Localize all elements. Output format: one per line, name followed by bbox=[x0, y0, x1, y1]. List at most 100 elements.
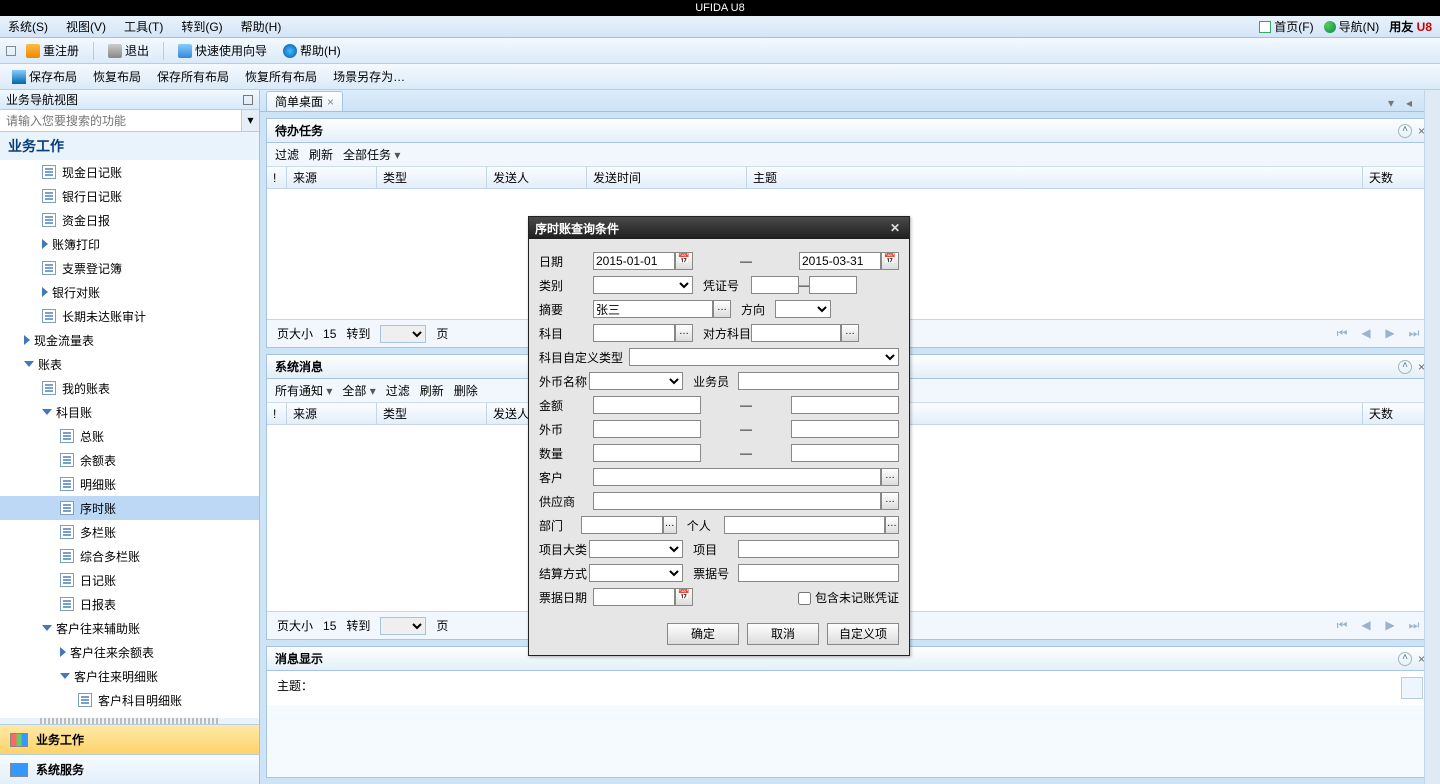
tree-item[interactable]: 现金日记账 bbox=[0, 160, 259, 184]
collapse-icon[interactable]: ˄ bbox=[1398, 360, 1412, 374]
col-source[interactable]: 来源 bbox=[287, 167, 377, 188]
msg-filter[interactable]: 过滤 bbox=[386, 382, 410, 399]
qty-to[interactable] bbox=[791, 444, 899, 462]
msg-detail-icon[interactable] bbox=[1401, 677, 1423, 699]
direction-select[interactable] bbox=[775, 300, 831, 318]
lookup-icon[interactable]: … bbox=[881, 468, 899, 486]
qty-from[interactable] bbox=[593, 444, 701, 462]
settle-select[interactable] bbox=[589, 564, 683, 582]
btn-save-layout[interactable]: 保存布局 bbox=[6, 66, 83, 87]
last-page-icon[interactable]: ⏭ bbox=[1405, 326, 1423, 342]
tree-item[interactable]: 银行对账 bbox=[0, 280, 259, 304]
tasks-all[interactable]: 全部任务 bbox=[343, 146, 400, 163]
tree-item[interactable]: 长期未达账审计 bbox=[0, 304, 259, 328]
link-nav[interactable]: 导航(N) bbox=[1324, 18, 1380, 35]
next-page-icon[interactable]: ▶ bbox=[1381, 326, 1399, 342]
include-unposted-check[interactable]: 包含未记账凭证 bbox=[798, 589, 899, 606]
col-bang[interactable]: ! bbox=[267, 403, 287, 424]
navbar-sys[interactable]: 系统服务 bbox=[0, 754, 259, 784]
dialog-close-icon[interactable]: ✕ bbox=[887, 221, 903, 235]
main-scrollbar[interactable] bbox=[1424, 90, 1440, 784]
msg-delete[interactable]: 删除 bbox=[454, 382, 478, 399]
menu-help[interactable]: 帮助(H) bbox=[241, 18, 282, 35]
msg-notice[interactable]: 所有通知 bbox=[275, 382, 332, 399]
menu-system[interactable]: 系统(S) bbox=[8, 18, 48, 35]
prev-page-icon[interactable]: ◀ bbox=[1357, 326, 1375, 342]
last-page-icon[interactable]: ⏭ bbox=[1405, 618, 1423, 634]
lookup-icon[interactable]: … bbox=[885, 516, 899, 534]
subject-custom-type-select[interactable] bbox=[629, 348, 899, 366]
lookup-icon[interactable]: … bbox=[675, 324, 693, 342]
col-sender[interactable]: 发送人 bbox=[487, 167, 587, 188]
col-sendtime[interactable]: 发送时间 bbox=[587, 167, 747, 188]
salesman-input[interactable] bbox=[738, 372, 899, 390]
menu-view[interactable]: 视图(V) bbox=[66, 18, 106, 35]
collapse-icon[interactable]: ˄ bbox=[1398, 124, 1412, 138]
customer-input[interactable] bbox=[593, 468, 881, 486]
goto-select[interactable] bbox=[380, 617, 426, 635]
tree-item[interactable]: 总账 bbox=[0, 424, 259, 448]
btn-reregister[interactable]: 重注册 bbox=[20, 40, 85, 61]
msg-all[interactable]: 全部 bbox=[342, 382, 375, 399]
tree-item[interactable]: 客户往来明细账 bbox=[0, 664, 259, 688]
tasks-refresh[interactable]: 刷新 bbox=[309, 146, 333, 163]
menu-goto[interactable]: 转到(G) bbox=[181, 18, 222, 35]
tree-item[interactable]: 余额表 bbox=[0, 448, 259, 472]
date-to-input[interactable] bbox=[799, 252, 881, 270]
type-select[interactable] bbox=[593, 276, 693, 294]
billno-input[interactable] bbox=[738, 564, 899, 582]
summary-input[interactable] bbox=[593, 300, 713, 318]
fc-to[interactable] bbox=[791, 420, 899, 438]
goto-select[interactable] bbox=[380, 325, 426, 343]
voucherno-to[interactable] bbox=[809, 276, 857, 294]
search-dropdown[interactable]: ▾ bbox=[241, 110, 259, 131]
subject-input[interactable] bbox=[593, 324, 675, 342]
btn-restore-all-layout[interactable]: 恢复所有布局 bbox=[239, 66, 323, 87]
tree-item[interactable]: 日记账 bbox=[0, 568, 259, 592]
panel-picker-icon[interactable] bbox=[6, 46, 16, 56]
col-days[interactable]: 天数 bbox=[1363, 403, 1433, 424]
msg-refresh[interactable]: 刷新 bbox=[420, 382, 444, 399]
prev-page-icon[interactable]: ◀ bbox=[1357, 618, 1375, 634]
voucherno-from[interactable] bbox=[751, 276, 799, 294]
col-type[interactable]: 类型 bbox=[377, 167, 487, 188]
projcat-select[interactable] bbox=[589, 540, 683, 558]
pin-icon[interactable] bbox=[243, 95, 253, 105]
btn-wizard[interactable]: 快速使用向导 bbox=[172, 40, 273, 61]
col-subject[interactable]: 主题 bbox=[747, 167, 1363, 188]
supplier-input[interactable] bbox=[593, 492, 881, 510]
lookup-icon[interactable]: … bbox=[881, 492, 899, 510]
lookup-icon[interactable]: … bbox=[713, 300, 731, 318]
search-input[interactable] bbox=[0, 110, 241, 131]
btn-save-scene[interactable]: 场景另存为… bbox=[327, 66, 411, 87]
tree-item[interactable]: 现金流量表 bbox=[0, 328, 259, 352]
tree-item[interactable]: 资金日报 bbox=[0, 208, 259, 232]
tree-item[interactable]: 支票登记簿 bbox=[0, 256, 259, 280]
calendar-icon[interactable]: 📅 bbox=[675, 588, 693, 606]
tree-item[interactable]: 明细账 bbox=[0, 472, 259, 496]
first-page-icon[interactable]: ⏮ bbox=[1333, 326, 1351, 342]
oppsubject-input[interactable] bbox=[751, 324, 841, 342]
tree-item[interactable]: 我的账表 bbox=[0, 376, 259, 400]
col-type[interactable]: 类型 bbox=[377, 403, 487, 424]
tree-item[interactable]: 多栏账 bbox=[0, 520, 259, 544]
next-page-icon[interactable]: ▶ bbox=[1381, 618, 1399, 634]
lookup-icon[interactable]: … bbox=[663, 516, 677, 534]
person-input[interactable] bbox=[724, 516, 885, 534]
tree-item[interactable]: 银行日记账 bbox=[0, 184, 259, 208]
lookup-icon[interactable]: … bbox=[841, 324, 859, 342]
tree-item[interactable]: 客户往来辅助账 bbox=[0, 616, 259, 640]
calendar-icon[interactable]: 📅 bbox=[881, 252, 899, 270]
btn-exit[interactable]: 退出 bbox=[102, 40, 155, 61]
tree-item[interactable]: 科目账 bbox=[0, 400, 259, 424]
tree-item[interactable]: 账簿打印 bbox=[0, 232, 259, 256]
btn-save-all-layout[interactable]: 保存所有布局 bbox=[151, 66, 235, 87]
tree-item[interactable]: 综合多栏账 bbox=[0, 544, 259, 568]
col-days[interactable]: 天数 bbox=[1363, 167, 1433, 188]
close-icon[interactable]: × bbox=[327, 95, 334, 109]
col-source[interactable]: 来源 bbox=[287, 403, 377, 424]
date-from-input[interactable] bbox=[593, 252, 675, 270]
tasks-filter[interactable]: 过滤 bbox=[275, 146, 299, 163]
collapse-icon[interactable]: ˄ bbox=[1398, 652, 1412, 666]
col-bang[interactable]: ! bbox=[267, 167, 287, 188]
